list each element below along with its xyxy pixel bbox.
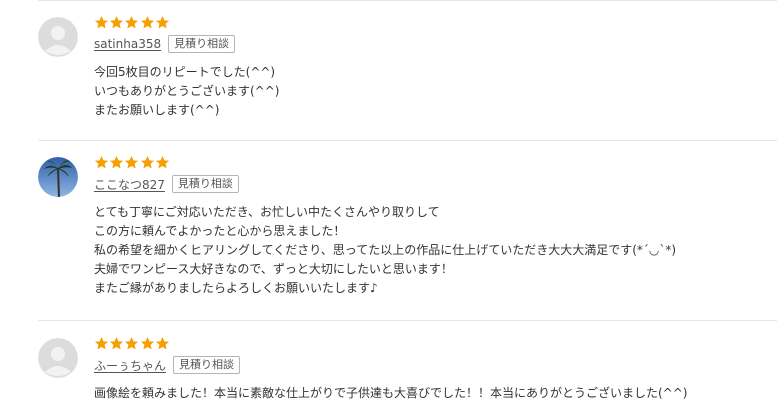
rating-stars [94,155,170,171]
reviewer-username-link[interactable]: ふーぅちゃん [94,357,166,374]
comment-line: 私の希望を細かくヒアリングしてくださり、思ってた以上の作品に仕上げていただき大大… [94,243,677,257]
star-icon [125,336,139,350]
star-icon [94,155,109,169]
reviewer-line: ふーぅちゃん 見積り相談 [94,356,241,374]
star-icon [155,336,169,350]
divider [38,320,777,321]
avatar-default-icon[interactable] [38,338,78,378]
reviewer-username-link[interactable]: ここなつ827 [94,176,165,193]
estimate-consult-button[interactable]: 見積り相談 [173,356,241,374]
rating-stars [94,15,170,31]
star-icon [140,15,154,29]
avatar-palm-tree-icon[interactable] [38,157,78,197]
estimate-consult-button[interactable]: 見積り相談 [168,35,236,53]
divider-top [38,0,777,1]
comment-line: 今回5枚目のリピートでした(^^) [94,65,276,79]
reviewer-username-link[interactable]: satinha358 [94,37,161,51]
comment-line: いつもありがとうございます(^^) [94,84,280,98]
star-icon [110,155,124,169]
comment-line: とても丁寧にご対応いただき、お忙しい中たくさんやり取りして [94,205,440,219]
star-icon [125,15,139,29]
star-icon [155,15,169,29]
review-item: ふーぅちゃん 見積り相談 画像絵を頼みました！本当に素敵な仕上がりで子供達も大喜… [38,336,777,420]
comment-line: この方に頼んでよかったと心から思えました！ [94,224,346,238]
estimate-consult-button[interactable]: 見積り相談 [171,175,239,193]
review-item: ここなつ827 見積り相談 とても丁寧にご対応いただき、お忙しい中たくさんやり取… [38,155,777,315]
star-icon [94,15,109,29]
comment-line: またお願いします(^^) [94,103,220,117]
comment-line: 夫婦でワンピース大好きなので、ずっと大切にしたいと思います！ [94,262,453,276]
review-item: satinha358 見積り相談 今回5枚目のリピートでした(^^) いつもあり… [38,15,777,135]
star-icon [155,155,169,169]
reviewer-line: ここなつ827 見積り相談 [94,175,239,193]
star-icon [94,336,109,350]
star-icon [140,155,154,169]
comment-line: 画像絵を頼みました！本当に素敵な仕上がりで子供達も大喜びでした！！本当にありがと… [94,386,688,400]
review-comment: とても丁寧にご対応いただき、お忙しい中たくさんやり取りして この方に頼んでよかっ… [94,203,676,298]
star-icon [125,155,139,169]
review-comment: 画像絵を頼みました！本当に素敵な仕上がりで子供達も大喜びでした！！本当にありがと… [94,384,687,403]
divider [38,140,777,141]
star-icon [110,15,124,29]
rating-stars [94,336,170,352]
review-comment: 今回5枚目のリピートでした(^^) いつもありがとうございます(^^) またお願… [94,63,279,120]
comment-line: またご縁がありましたらよろしくお願いいたします♪ [94,281,378,295]
reviewer-line: satinha358 見積り相談 [94,35,236,53]
star-icon [140,336,154,350]
star-icon [110,336,124,350]
avatar-default-icon[interactable] [38,17,78,57]
